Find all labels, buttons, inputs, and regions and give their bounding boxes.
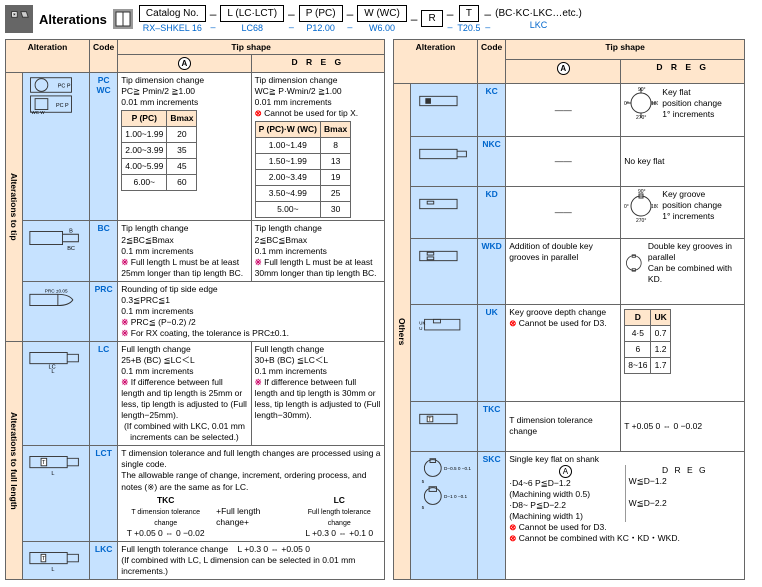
lct-diagram: TL [23, 446, 90, 541]
uk-diagram: UKU [411, 305, 478, 402]
wkd-diagram [411, 238, 478, 304]
code-skc: SKC [478, 451, 506, 579]
left-table: Alteration Code Tip shape A D R E G Alte… [5, 39, 385, 580]
svg-text:0°: 0° [624, 204, 629, 210]
svg-text:D−0.5 0 −0.1: D−0.5 0 −0.1 [444, 466, 471, 471]
code-prc: PRC [90, 281, 118, 341]
code-nkc: NKC [478, 136, 506, 186]
catalog-no-box: Catalog No. [139, 5, 206, 22]
code-tkc: TKC [478, 402, 506, 452]
code-lkc: LKC [90, 541, 118, 579]
svg-text:L: L [51, 567, 54, 573]
svg-text:D−1 0 −0.1: D−1 0 −0.1 [444, 494, 467, 499]
svg-text:L: L [51, 471, 54, 477]
tables-container: Alteration Code Tip shape A D R E G Alte… [5, 39, 757, 580]
bc-diagram: B BC [23, 221, 90, 281]
header-title: Alterations [39, 12, 107, 27]
catalog-spec: Catalog No. RX–SHKEL 16 –– L (LC·LCT) LC… [139, 5, 582, 33]
kc-diagram [411, 84, 478, 136]
code-uk: UK [478, 305, 506, 402]
svg-text:BC: BC [67, 247, 75, 253]
code-pcwc: PC WC [90, 73, 118, 221]
code-kd: KD [478, 186, 506, 238]
code-lct: LCT [90, 446, 118, 541]
svg-text:5: 5 [422, 479, 425, 484]
nkc-diagram [411, 136, 478, 186]
pcwc-diagram: PC P PC P WC W [23, 73, 90, 221]
svg-text:WC W: WC W [31, 110, 45, 115]
code-bc: BC [90, 221, 118, 281]
header-row: Alterations Catalog No. RX–SHKEL 16 –– L… [5, 5, 757, 33]
svg-text:180°: 180° [651, 101, 658, 107]
prc-diagram: PRC ±0.05 [23, 281, 90, 341]
book-icon [113, 9, 133, 29]
svg-text:PRC ±0.05: PRC ±0.05 [45, 288, 68, 293]
kd-diagram [411, 186, 478, 238]
skc-diagram: D−0.5 0 −0.1 5 D−1 0 −0.1 5 [411, 451, 478, 579]
svg-text:270°: 270° [636, 115, 646, 120]
tkc-diagram: T [411, 402, 478, 452]
alterations-icon [5, 5, 33, 33]
svg-text:T: T [42, 556, 46, 562]
svg-text:PC P: PC P [58, 84, 71, 90]
code-lc: LC [90, 341, 118, 445]
svg-text:L: L [51, 369, 54, 374]
lc-diagram: LCL [23, 341, 90, 445]
svg-text:B: B [69, 229, 73, 235]
lkc-diagram: TL [23, 541, 90, 579]
svg-text:180°: 180° [651, 204, 658, 210]
svg-text:5: 5 [422, 505, 425, 510]
svg-text:T: T [42, 460, 46, 466]
svg-text:270°: 270° [636, 218, 646, 223]
svg-text:UK: UK [419, 321, 425, 326]
svg-text:PC P: PC P [56, 103, 69, 109]
svg-text:T: T [428, 417, 432, 423]
svg-text:U: U [419, 326, 422, 331]
svg-text:0°: 0° [624, 101, 629, 107]
svg-text:90°: 90° [638, 87, 646, 93]
svg-text:90°: 90° [638, 189, 646, 195]
code-kc: KC [478, 84, 506, 136]
code-wkd: WKD [478, 238, 506, 304]
right-table: Alteration Code Tip shape A D R E G Othe… [393, 39, 745, 580]
